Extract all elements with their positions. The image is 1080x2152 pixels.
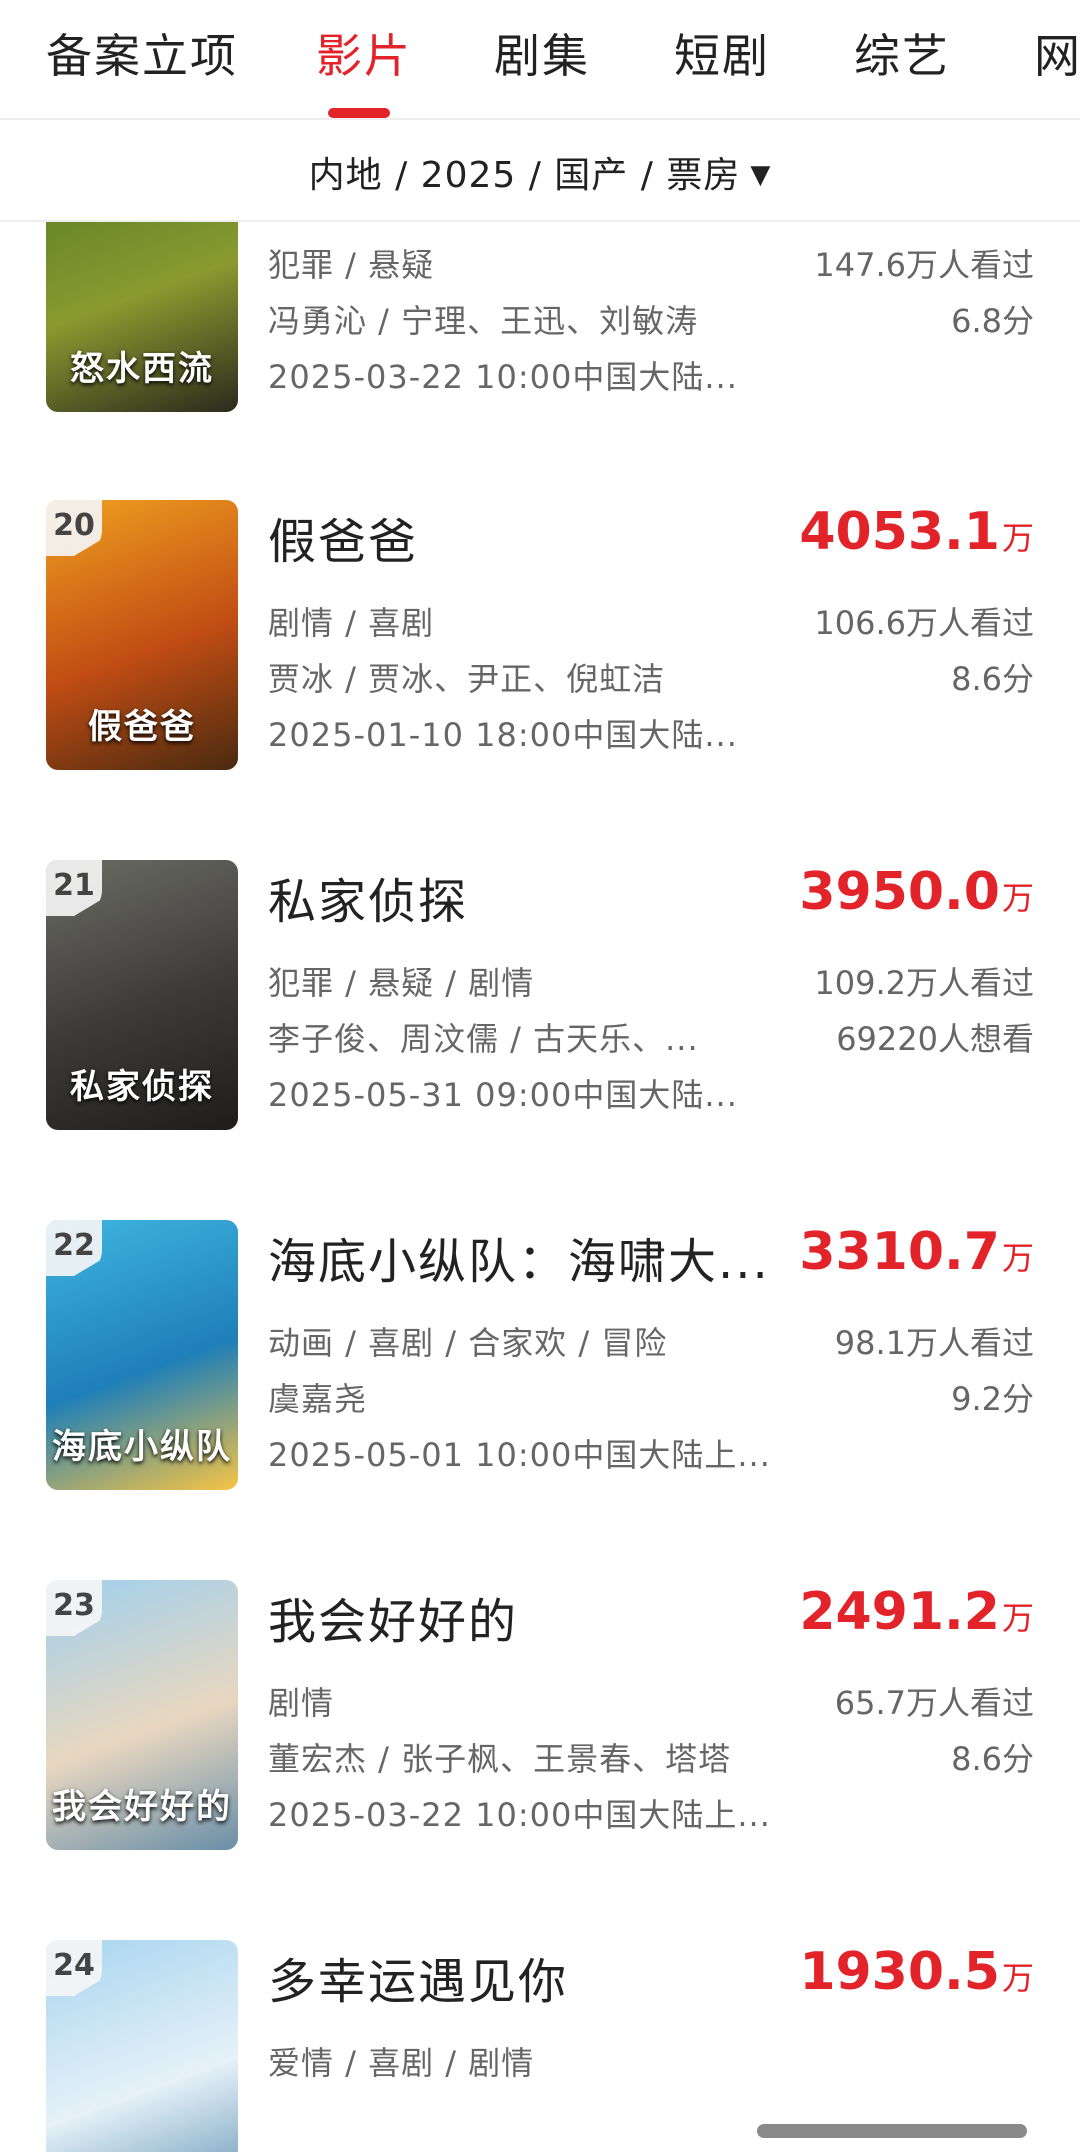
poster-title-text: 怒水西流 bbox=[70, 349, 214, 389]
poster-title-text: 假爸爸 bbox=[88, 707, 196, 747]
movie-list-item[interactable]: 怒水西流 19 怒水西流 4846.0万 犯罪 / 悬疑 冯勇沁 / 宁理、王迅… bbox=[0, 222, 1080, 456]
box-office-value: 3950.0 bbox=[799, 862, 1000, 922]
tab-filing[interactable]: 备案立项 bbox=[46, 20, 238, 86]
movie-release: 2025-03-22 10:00中国大陆... bbox=[268, 358, 738, 396]
box-office: 1930.5万 bbox=[799, 1942, 1034, 2002]
rank-badge: 21 bbox=[46, 860, 102, 916]
movie-poster[interactable]: 24 bbox=[46, 1940, 238, 2152]
movie-poster[interactable]: 假爸爸 20 bbox=[46, 500, 238, 770]
box-office: 3310.7万 bbox=[799, 1222, 1034, 1282]
movie-score: 8.6分 bbox=[951, 660, 1034, 698]
tab-variety[interactable]: 综艺 bbox=[854, 20, 950, 86]
movie-poster[interactable]: 海底小纵队 22 bbox=[46, 1220, 238, 1490]
movie-genre: 动画 / 喜剧 / 合家欢 / 冒险 bbox=[268, 1324, 668, 1362]
movie-views: 98.1万人看过 bbox=[834, 1324, 1034, 1362]
movie-title[interactable]: 海底小纵队：海啸大... bbox=[268, 1222, 770, 1292]
movie-list-item[interactable]: 假爸爸 20 假爸爸 4053.1万 剧情 / 喜剧 贾冰 / 贾冰、尹正、倪虹… bbox=[0, 454, 1080, 814]
movie-list-item[interactable]: 私家侦探 21 私家侦探 3950.0万 犯罪 / 悬疑 / 剧情 李子俊、周汶… bbox=[0, 814, 1080, 1174]
rank-badge: 24 bbox=[46, 1940, 102, 1996]
box-office: 4053.1万 bbox=[799, 502, 1034, 562]
movie-cast: 董宏杰 / 张子枫、王景春、塔塔 bbox=[268, 1740, 732, 1778]
movie-score: 8.6分 bbox=[951, 1740, 1034, 1778]
box-office-value: 3310.7 bbox=[799, 1222, 1000, 1282]
movie-title[interactable]: 假爸爸 bbox=[268, 502, 418, 572]
movie-title[interactable]: 我会好好的 bbox=[268, 1582, 518, 1652]
movie-genre: 爱情 / 喜剧 / 剧情 bbox=[268, 2044, 535, 2082]
filter-bar[interactable]: 内地 / 2025 / 国产 / 票房 ▼ bbox=[0, 118, 1080, 222]
movie-cast: 虞嘉尧 bbox=[268, 1380, 368, 1418]
box-office: 3950.0万 bbox=[799, 862, 1034, 922]
box-office-unit: 万 bbox=[1001, 1239, 1034, 1277]
tab-films[interactable]: 影片 bbox=[316, 20, 412, 86]
box-office-value: 1930.5 bbox=[799, 1942, 1000, 2002]
movie-cast: 冯勇沁 / 宁理、王迅、刘敏涛 bbox=[268, 302, 699, 340]
tab-short-drama[interactable]: 短剧 bbox=[674, 20, 770, 86]
filter-label: 内地 / 2025 / 国产 / 票房 bbox=[308, 155, 741, 196]
movie-title[interactable]: 多幸运遇见你 bbox=[268, 1942, 568, 2012]
box-office-value: 2491.2 bbox=[799, 1582, 1000, 1642]
movie-score: 69220人想看 bbox=[836, 1020, 1034, 1058]
poster-title-text: 我会好好的 bbox=[52, 1787, 232, 1827]
category-tab-bar: 备案立项 影片 剧集 短剧 综艺 网 bbox=[0, 0, 1080, 118]
movie-poster[interactable]: 我会好好的 23 bbox=[46, 1580, 238, 1850]
movie-genre: 犯罪 / 悬疑 bbox=[268, 246, 435, 284]
movie-genre: 犯罪 / 悬疑 / 剧情 bbox=[268, 964, 535, 1002]
movie-release: 2025-01-10 18:00中国大陆... bbox=[268, 716, 738, 754]
movie-ranking-list[interactable]: 怒水西流 19 怒水西流 4846.0万 犯罪 / 悬疑 冯勇沁 / 宁理、王迅… bbox=[0, 222, 1080, 2152]
filter-selector[interactable]: 内地 / 2025 / 国产 / 票房 ▼ bbox=[0, 146, 1080, 198]
rank-badge: 23 bbox=[46, 1580, 102, 1636]
box-office-value: 4053.1 bbox=[799, 502, 1000, 562]
rank-badge: 20 bbox=[46, 500, 102, 556]
movie-release: 2025-05-01 10:00中国大陆上... bbox=[268, 1436, 771, 1474]
box-office-unit: 万 bbox=[1001, 1599, 1034, 1637]
movie-genre: 剧情 bbox=[268, 1684, 335, 1722]
movie-score: 6.8分 bbox=[951, 302, 1034, 340]
poster-title-text: 海底小纵队 bbox=[52, 1427, 232, 1467]
box-office-unit: 万 bbox=[1001, 879, 1034, 917]
movie-cast: 李子俊、周汶儒 / 古天乐、... bbox=[268, 1020, 699, 1058]
movie-genre: 剧情 / 喜剧 bbox=[268, 604, 435, 642]
home-indicator bbox=[757, 2124, 1027, 2138]
movie-release: 2025-05-31 09:00中国大陆... bbox=[268, 1076, 738, 1114]
movie-views: 65.7万人看过 bbox=[834, 1684, 1034, 1722]
movie-list-item[interactable]: 我会好好的 23 我会好好的 2491.2万 剧情 董宏杰 / 张子枫、王景春、… bbox=[0, 1534, 1080, 1894]
movie-views: 147.6万人看过 bbox=[814, 246, 1034, 284]
rank-badge: 22 bbox=[46, 1220, 102, 1276]
movie-cast: 贾冰 / 贾冰、尹正、倪虹洁 bbox=[268, 660, 666, 698]
movie-views: 109.2万人看过 bbox=[814, 964, 1034, 1002]
movie-poster[interactable]: 私家侦探 21 bbox=[46, 860, 238, 1130]
tab-web[interactable]: 网 bbox=[1034, 20, 1080, 86]
active-tab-indicator bbox=[328, 108, 390, 118]
movie-score: 9.2分 bbox=[951, 1380, 1034, 1418]
box-office-unit: 万 bbox=[1001, 1959, 1034, 1997]
movie-list-item[interactable]: 24 多幸运遇见你 1930.5万 爱情 / 喜剧 / 剧情 bbox=[0, 1894, 1080, 2152]
movie-title[interactable]: 私家侦探 bbox=[268, 862, 468, 932]
poster-title-text: 私家侦探 bbox=[70, 1067, 214, 1107]
movie-release: 2025-03-22 10:00中国大陆上... bbox=[268, 1796, 771, 1834]
movie-poster[interactable]: 怒水西流 19 bbox=[46, 222, 238, 412]
movie-views: 106.6万人看过 bbox=[814, 604, 1034, 642]
movie-list-item[interactable]: 海底小纵队 22 海底小纵队：海啸大... 3310.7万 动画 / 喜剧 / … bbox=[0, 1174, 1080, 1534]
dropdown-caret-icon: ▼ bbox=[750, 160, 772, 190]
box-office-unit: 万 bbox=[1001, 519, 1034, 557]
box-office: 2491.2万 bbox=[799, 1582, 1034, 1642]
tab-series[interactable]: 剧集 bbox=[494, 20, 590, 86]
